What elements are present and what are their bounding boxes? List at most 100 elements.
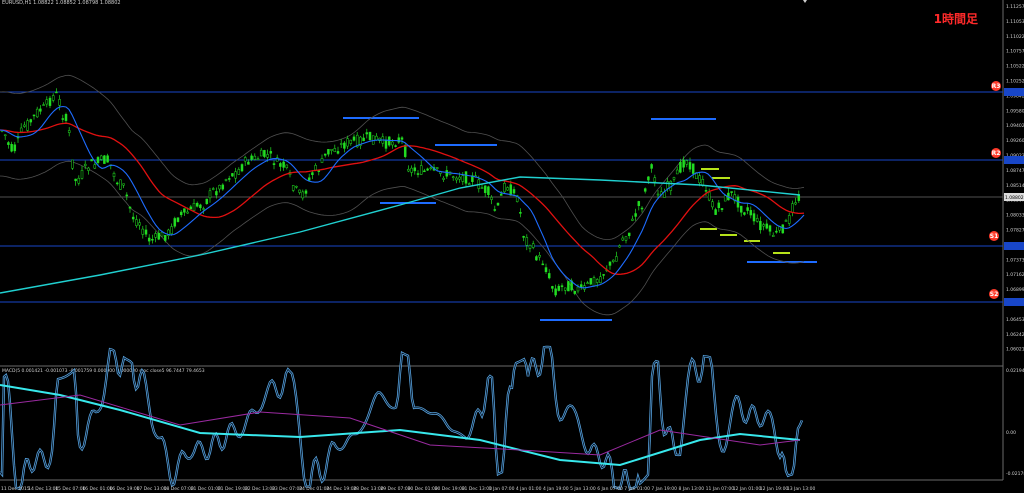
candle-body <box>128 206 132 209</box>
candle-body <box>368 131 372 141</box>
candle-body <box>240 164 244 172</box>
price-tick: 1.11022 <box>1006 34 1024 40</box>
candle-body <box>576 286 580 292</box>
price-tick: 1.10757 <box>1006 49 1024 55</box>
candle-body <box>48 97 52 106</box>
time-tick: 5 Jan 13:00 <box>570 486 596 492</box>
time-tick: 31 Dec 13:00 <box>462 486 492 492</box>
candle-body <box>410 167 413 173</box>
candle-body <box>67 130 71 133</box>
candle-body <box>189 206 193 210</box>
time-tick: 13 Jan 13:00 <box>787 486 816 492</box>
price-chart[interactable]: R3 R2 S1 S2 1.11257 1.11053 1.11022 1.10757… <box>0 0 1024 493</box>
candle-body <box>387 136 391 146</box>
candle-body <box>480 187 484 189</box>
drawn-segments[interactable] <box>343 117 817 321</box>
candle-body <box>179 211 183 216</box>
price-tick: 1.07373 <box>1006 257 1024 263</box>
time-tick: 1 Jan 07:00 <box>489 486 515 492</box>
bollinger-bands <box>0 74 805 316</box>
candle-body <box>586 282 589 285</box>
candle-body <box>83 163 87 166</box>
candle-body <box>624 236 628 241</box>
candle-body <box>685 160 689 165</box>
time-tick: 8 Jan 13:00 <box>679 486 705 492</box>
candle-body <box>330 149 333 151</box>
candle-body <box>173 218 177 227</box>
candle-body <box>535 256 538 261</box>
time-axis-ticks: 11 Dec 201514 Dec 13:0015 Dec 07:0016 De… <box>1 486 816 492</box>
candle-body <box>704 190 708 192</box>
time-tick: 23 Dec 07:00 <box>272 486 302 492</box>
candle-body <box>749 210 753 216</box>
candle-body <box>567 281 570 292</box>
candle-body <box>243 157 247 162</box>
candle-body <box>259 149 263 157</box>
candle-body <box>627 232 631 236</box>
candle-body <box>186 211 189 214</box>
candle-body <box>349 139 353 144</box>
candle-body <box>560 285 564 287</box>
candle-body <box>416 173 420 175</box>
candle-body <box>413 167 417 172</box>
candle-body <box>301 191 305 199</box>
candle-body <box>720 208 724 210</box>
level-markers: R3 R2 S1 S2 <box>989 81 1001 299</box>
candle-body <box>90 159 93 162</box>
candle-body <box>656 193 660 196</box>
candle-body <box>496 202 500 206</box>
time-tick: 11 Dec 2015 <box>1 486 30 492</box>
time-tick: 30 Dec 01:00 <box>408 486 438 492</box>
candle-body <box>208 190 212 199</box>
candle-body <box>45 99 49 105</box>
time-tick: 12 Jan 19:00 <box>760 486 789 492</box>
candle-body <box>58 99 61 106</box>
candle-body <box>346 138 349 147</box>
candle-body <box>96 157 100 163</box>
candle-body <box>791 203 794 213</box>
time-tick: 7 Jan 19:00 <box>651 486 677 492</box>
candle-body <box>352 136 356 141</box>
level-box-r3 <box>1004 88 1024 96</box>
candle-body <box>3 134 7 137</box>
price-tick: 1.11257 <box>1006 4 1024 10</box>
chart-window[interactable]: EURUSD,H1 1.08822 1.08852 1.08798 1.0880… <box>0 0 1024 493</box>
candle-body <box>115 182 119 185</box>
time-tick: 29 Dec 07:00 <box>380 486 410 492</box>
price-tick: 1.09402 <box>1006 123 1024 129</box>
candle-body <box>32 114 36 117</box>
candle-body <box>323 153 327 156</box>
candle-body <box>253 155 257 160</box>
candle-body <box>106 155 109 163</box>
candle-body <box>311 172 314 176</box>
candle-body <box>464 171 468 184</box>
price-tick: 1.10252 <box>1006 79 1024 85</box>
candle-body <box>304 190 308 194</box>
scroll-marker-icon[interactable] <box>803 0 807 3</box>
candle-body <box>362 137 365 142</box>
oscillator-lines <box>0 345 804 491</box>
candle-body <box>707 192 711 201</box>
time-tick: 28 Dec 13:00 <box>353 486 383 492</box>
candle-body <box>589 278 593 285</box>
candle-body <box>157 232 161 240</box>
candle-body <box>211 188 215 190</box>
price-tick: 1.06242 <box>1006 332 1024 338</box>
candle-body <box>544 267 548 273</box>
price-tick: 1.09580 <box>1006 108 1024 114</box>
price-tick: 1.06899 <box>1006 287 1024 293</box>
candle-body <box>643 188 647 192</box>
candle-body <box>320 158 324 163</box>
candle-body <box>739 205 743 213</box>
candle-body <box>634 213 637 217</box>
marker-r3: R3 <box>991 81 1001 91</box>
price-tick: 1.10522 <box>1006 64 1024 70</box>
candle-body <box>621 237 625 241</box>
candle-body <box>631 218 634 221</box>
candle-body <box>122 183 125 186</box>
candle-body <box>467 183 471 185</box>
candle-body <box>519 211 522 214</box>
candle-body <box>419 165 423 175</box>
price-tick: 1.06021 <box>1006 347 1024 353</box>
candle-body <box>442 177 445 180</box>
